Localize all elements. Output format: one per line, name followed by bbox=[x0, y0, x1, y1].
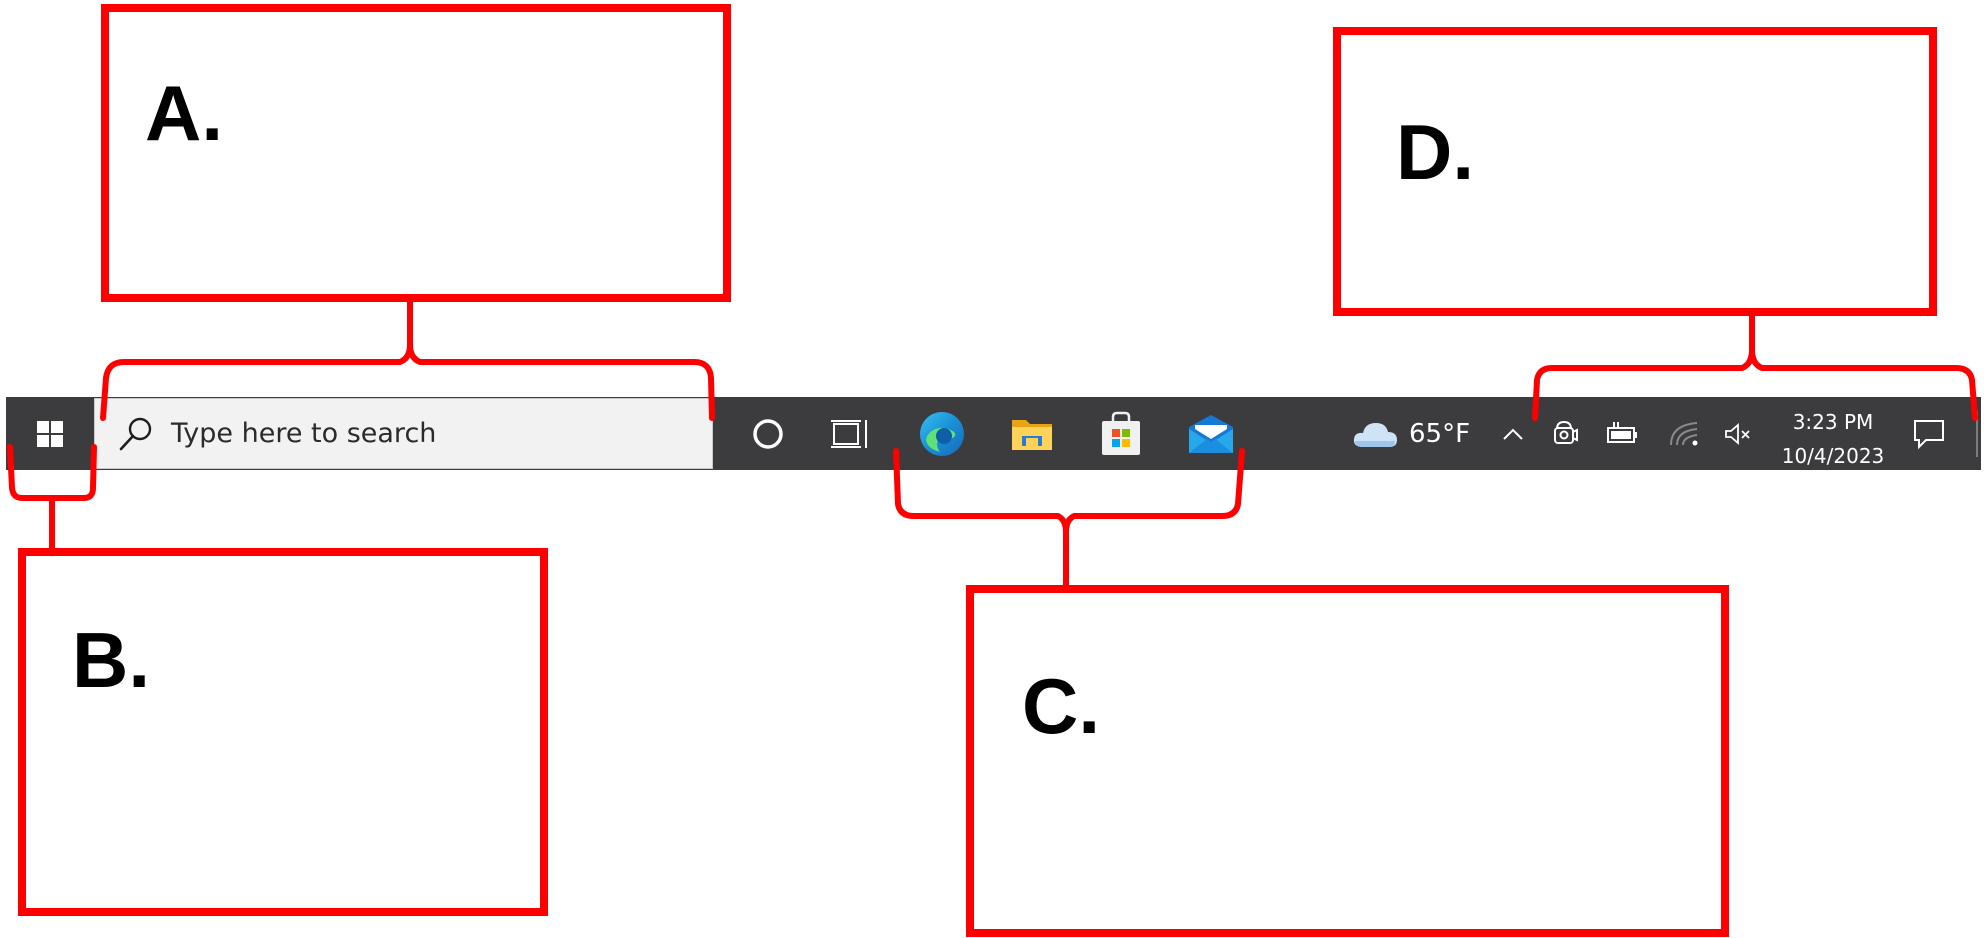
bracket-c bbox=[893, 448, 1245, 588]
bracket-d bbox=[1532, 313, 1978, 421]
bracket-b bbox=[7, 444, 97, 551]
callout-brackets bbox=[7, 299, 1978, 588]
bracket-a bbox=[100, 299, 715, 421]
